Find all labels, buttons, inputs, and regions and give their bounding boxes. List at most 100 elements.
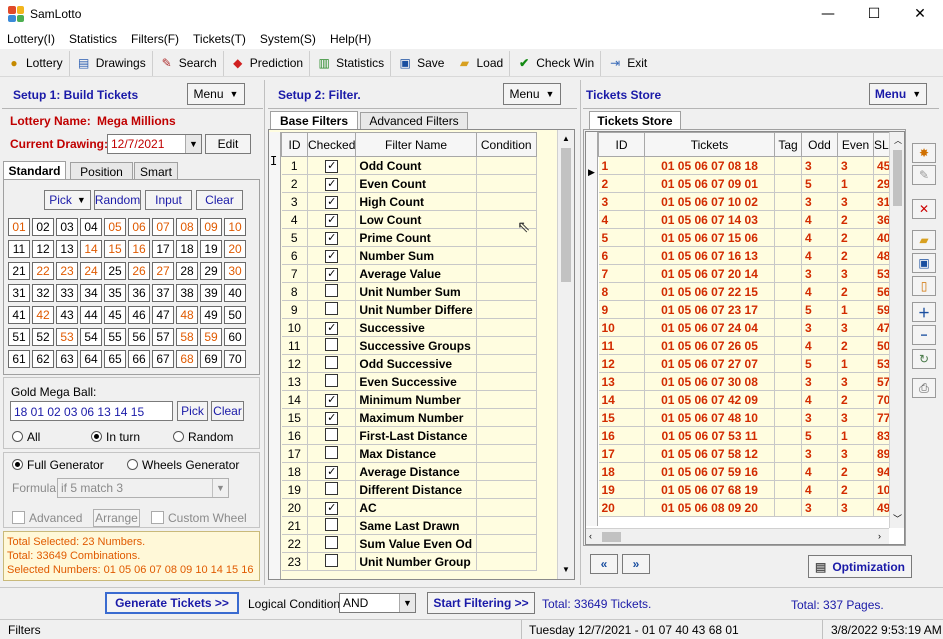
- number-cell[interactable]: 42: [32, 306, 54, 324]
- filter-row[interactable]: 4 ✓ Low Count: [281, 210, 537, 229]
- number-cell[interactable]: 08: [176, 218, 198, 236]
- scroll-left-icon[interactable]: ‹: [589, 531, 592, 541]
- tickets-horizontal-scrollbar[interactable]: ‹ ›: [586, 528, 889, 544]
- number-cell[interactable]: 23: [56, 262, 78, 280]
- filter-condition[interactable]: [476, 264, 537, 283]
- filter-condition[interactable]: [476, 462, 537, 481]
- drawing-date-select[interactable]: 12/7/2021 ▼: [107, 134, 202, 154]
- filter-condition[interactable]: [476, 516, 537, 535]
- filter-row[interactable]: 2 ✓ Even Count: [281, 174, 537, 193]
- checkbox-checked-icon[interactable]: ✓: [325, 214, 339, 227]
- filters-scrollbar[interactable]: ▲ ▼: [557, 130, 574, 579]
- radio-wheels-generator[interactable]: Wheels Generator: [127, 458, 239, 472]
- setup1-menu-button[interactable]: Menu ▼: [187, 83, 245, 105]
- number-cell[interactable]: 45: [104, 306, 126, 324]
- number-cell[interactable]: 55: [104, 328, 126, 346]
- store-side-button[interactable]: ▣: [912, 253, 936, 273]
- number-cell[interactable]: 44: [80, 306, 102, 324]
- number-cell[interactable]: 31: [8, 284, 30, 302]
- ticket-row[interactable]: 9 01 05 06 07 23 17 5 1 59: [598, 300, 899, 319]
- gold-ball-input[interactable]: 18 01 02 03 06 13 14 15: [10, 401, 173, 421]
- number-cell[interactable]: 22: [32, 262, 54, 280]
- number-cell[interactable]: 21: [8, 262, 30, 280]
- number-cell[interactable]: 26: [128, 262, 150, 280]
- filter-row[interactable]: 12 Odd Successive: [281, 354, 537, 373]
- checkbox-icon[interactable]: [325, 283, 339, 297]
- gold-clear-button[interactable]: Clear: [211, 401, 244, 421]
- scroll-down-icon[interactable]: ▼: [562, 565, 570, 574]
- generate-tickets-button[interactable]: Generate Tickets >>: [105, 592, 239, 614]
- number-cell[interactable]: 66: [128, 350, 150, 368]
- number-cell[interactable]: 63: [56, 350, 78, 368]
- filter-row[interactable]: 11 Successive Groups: [281, 336, 537, 355]
- ticket-row[interactable]: 20 01 05 06 08 09 20 3 3 49: [598, 498, 899, 517]
- number-cell[interactable]: 47: [152, 306, 174, 324]
- filter-row[interactable]: 7 ✓ Average Value: [281, 264, 537, 283]
- number-cell[interactable]: 33: [56, 284, 78, 302]
- filter-condition[interactable]: [476, 336, 537, 355]
- checkbox-checked-icon[interactable]: ✓: [325, 232, 339, 245]
- number-cell[interactable]: 41: [8, 306, 30, 324]
- number-cell[interactable]: 02: [32, 218, 54, 236]
- gold-pick-button[interactable]: Pick: [177, 401, 208, 421]
- number-cell[interactable]: 11: [8, 240, 30, 258]
- ticket-row[interactable]: 4 01 05 06 07 14 03 4 2 36: [598, 210, 899, 229]
- ticket-row[interactable]: 12 01 05 06 07 27 07 5 1 53: [598, 354, 899, 373]
- filter-condition[interactable]: [476, 318, 537, 337]
- custom-wheel-checkbox[interactable]: Custom Wheel: [151, 511, 247, 525]
- number-cell[interactable]: 09: [200, 218, 222, 236]
- filter-row[interactable]: 18 ✓ Average Distance: [281, 462, 537, 481]
- filter-condition[interactable]: [476, 552, 537, 571]
- advanced-checkbox[interactable]: Advanced: [12, 511, 82, 525]
- radio-all[interactable]: All: [12, 430, 40, 444]
- filter-row[interactable]: 22 Sum Value Even Od: [281, 534, 537, 553]
- number-cell[interactable]: 64: [80, 350, 102, 368]
- number-cell[interactable]: 16: [128, 240, 150, 258]
- pick-dropdown-button[interactable]: Pick ▼: [44, 190, 91, 210]
- number-cell[interactable]: 27: [152, 262, 174, 280]
- col-header-tickets[interactable]: Tickets: [644, 132, 775, 157]
- filter-row[interactable]: 20 ✓ AC: [281, 498, 537, 517]
- store-side-button[interactable]: ✎: [912, 165, 936, 185]
- col-header-odd[interactable]: Odd: [801, 132, 838, 157]
- random-button[interactable]: Random: [94, 190, 141, 210]
- number-cell[interactable]: 70: [224, 350, 246, 368]
- number-cell[interactable]: 13: [56, 240, 78, 258]
- logical-condition-select[interactable]: AND ▼: [339, 593, 416, 613]
- filter-condition[interactable]: [476, 156, 537, 175]
- number-cell[interactable]: 57: [152, 328, 174, 346]
- checkbox-icon[interactable]: [325, 481, 339, 495]
- number-cell[interactable]: 59: [200, 328, 222, 346]
- store-side-button[interactable]: ＋: [912, 302, 936, 322]
- number-cell[interactable]: 20: [224, 240, 246, 258]
- filter-condition[interactable]: [476, 426, 537, 445]
- ticket-row[interactable]: 8 01 05 06 07 22 15 4 2 56: [598, 282, 899, 301]
- number-cell[interactable]: 58: [176, 328, 198, 346]
- menu-system[interactable]: System(S): [253, 32, 323, 46]
- tickets-vertical-scrollbar[interactable]: ︿ ﹀: [889, 132, 904, 528]
- number-cell[interactable]: 43: [56, 306, 78, 324]
- checkbox-icon[interactable]: [325, 337, 339, 351]
- checkbox-checked-icon[interactable]: ✓: [325, 412, 339, 425]
- number-cell[interactable]: 04: [80, 218, 102, 236]
- number-cell[interactable]: 54: [80, 328, 102, 346]
- filter-condition[interactable]: [476, 354, 537, 373]
- checkbox-checked-icon[interactable]: ✓: [325, 322, 339, 335]
- scroll-up-icon[interactable]: ︿: [894, 135, 902, 146]
- number-cell[interactable]: 36: [128, 284, 150, 302]
- ticket-row[interactable]: 5 01 05 06 07 15 06 4 2 40: [598, 228, 899, 247]
- filter-condition[interactable]: [476, 282, 537, 301]
- checkbox-checked-icon[interactable]: ✓: [325, 178, 339, 191]
- number-cell[interactable]: 28: [176, 262, 198, 280]
- filter-row[interactable]: 23 Unit Number Group: [281, 552, 537, 571]
- number-cell[interactable]: 30: [224, 262, 246, 280]
- filter-row[interactable]: 6 ✓ Number Sum: [281, 246, 537, 265]
- setup2-menu-button[interactable]: Menu ▼: [503, 83, 561, 105]
- number-cell[interactable]: 14: [80, 240, 102, 258]
- menu-filters[interactable]: Filters(F): [124, 32, 186, 46]
- filter-condition[interactable]: [476, 498, 537, 517]
- store-menu-button[interactable]: Menu ▼: [869, 83, 927, 105]
- checkbox-checked-icon[interactable]: ✓: [325, 160, 339, 173]
- filter-condition[interactable]: [476, 408, 537, 427]
- number-cell[interactable]: 01: [8, 218, 30, 236]
